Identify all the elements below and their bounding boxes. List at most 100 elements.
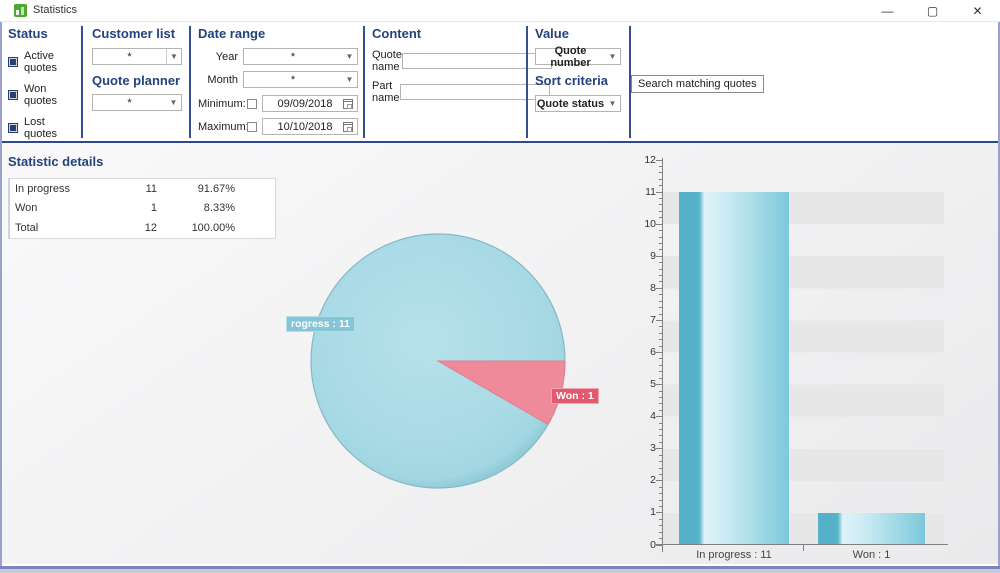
minimum-date-value: 09/09/2018 (267, 98, 343, 110)
chevron-down-icon[interactable]: ▼ (342, 52, 357, 61)
value-dropdown[interactable]: Quote number ▼ (535, 48, 621, 65)
y-axis (662, 158, 663, 552)
y-axis-minor-tick (659, 487, 662, 488)
y-axis-minor-tick (659, 262, 662, 263)
x-label-won: Won : 1 (818, 549, 925, 561)
maximize-button[interactable]: ▢ (910, 0, 955, 22)
y-axis-minor-tick (659, 435, 662, 436)
minimize-button[interactable]: — (865, 0, 910, 22)
y-axis-minor-tick (659, 358, 662, 359)
checkbox-active-quotes[interactable]: Active quotes (8, 50, 80, 74)
quote-planner-header: Quote planner (92, 73, 182, 88)
customer-list-header: Customer list (92, 26, 182, 41)
bar-in-progress (679, 192, 789, 545)
y-axis-minor-tick (659, 474, 662, 475)
value-section: Value Quote number ▼ Sort criteria Quote… (535, 26, 621, 112)
y-axis-minor-tick (659, 333, 662, 334)
checkbox-lost-quotes[interactable]: Lost quotes (8, 116, 80, 140)
date-range-section: Date range Year * ▼ Month * ▼ Minimum: (198, 26, 358, 135)
sort-criteria-selected: Quote status (536, 98, 605, 110)
y-axis-tick (656, 480, 662, 481)
y-axis-tick (656, 448, 662, 449)
maximum-date-value: 10/10/2018 (267, 121, 343, 133)
y-axis-tick (656, 224, 662, 225)
y-axis-minor-tick (659, 346, 662, 347)
y-axis-minor-tick (659, 179, 662, 180)
checkbox-icon[interactable] (8, 57, 18, 67)
statistics-panel: Statistic details In progress 11 91.67% … (2, 143, 998, 564)
maximum-checkbox[interactable] (247, 122, 257, 132)
y-axis-minor-tick (659, 532, 662, 533)
bar-won (818, 513, 925, 545)
y-axis-minor-tick (659, 217, 662, 218)
y-axis-minor-tick (659, 211, 662, 212)
sort-criteria-dropdown[interactable]: Quote status ▼ (535, 95, 621, 112)
y-axis-minor-tick (659, 397, 662, 398)
title-bar[interactable]: Statistics — ▢ ✕ (0, 0, 1000, 22)
quote-planner-value: * (93, 97, 166, 109)
close-button[interactable]: ✕ (955, 0, 1000, 22)
customer-list-value: * (93, 51, 166, 63)
y-axis-minor-tick (659, 237, 662, 238)
quote-planner-dropdown[interactable]: * ▼ (92, 94, 182, 111)
month-dropdown[interactable]: * ▼ (243, 71, 358, 88)
checkbox-icon[interactable] (8, 90, 18, 100)
value-header: Value (535, 26, 621, 41)
maximum-label: Maximum: (198, 121, 243, 133)
checkbox-won-quotes[interactable]: Won quotes (8, 83, 80, 107)
y-axis-minor-tick (659, 314, 662, 315)
y-axis-minor-tick (659, 275, 662, 276)
y-tick-label: 11 (632, 186, 656, 198)
y-tick-label: 1 (632, 506, 656, 518)
value-selected: Quote number (536, 45, 605, 69)
checkbox-label: Lost quotes (24, 116, 80, 140)
minimum-date-picker[interactable]: 09/09/2018 (262, 95, 358, 112)
y-axis-minor-tick (659, 204, 662, 205)
customer-list-dropdown[interactable]: * ▼ (92, 48, 182, 65)
chevron-down-icon[interactable]: ▼ (342, 75, 357, 84)
maximum-date-picker[interactable]: 10/10/2018 (262, 118, 358, 135)
y-axis-minor-tick (659, 538, 662, 539)
section-divider (363, 26, 365, 138)
checkbox-label: Won quotes (24, 83, 80, 107)
y-tick-label: 3 (632, 442, 656, 454)
y-axis-minor-tick (659, 378, 662, 379)
y-axis-minor-tick (659, 371, 662, 372)
y-axis-minor-tick (659, 493, 662, 494)
y-axis-minor-tick (659, 500, 662, 501)
section-divider (81, 26, 83, 138)
table-row: Won 1 8.33% (10, 199, 275, 219)
month-label: Month (198, 74, 238, 86)
row-percent: 91.67% (157, 183, 235, 195)
checkbox-icon[interactable] (8, 123, 18, 133)
section-divider (189, 26, 191, 138)
y-axis-minor-tick (659, 294, 662, 295)
row-count: 12 (115, 222, 157, 234)
chevron-down-icon[interactable]: ▼ (605, 99, 620, 108)
y-axis-minor-tick (659, 365, 662, 366)
chevron-down-icon[interactable]: ▼ (605, 52, 620, 61)
y-axis-minor-tick (659, 519, 662, 520)
y-axis-tick (656, 352, 662, 353)
chevron-down-icon[interactable]: ▼ (166, 49, 181, 64)
y-axis-tick (656, 384, 662, 385)
section-divider (526, 26, 528, 138)
quote-name-input[interactable] (402, 53, 552, 69)
statistic-details-title: Statistic details (8, 154, 103, 169)
calendar-icon[interactable] (343, 99, 353, 109)
y-axis-tick (656, 512, 662, 513)
bar-chart-plot-area (663, 160, 944, 545)
y-tick-label: 8 (632, 282, 656, 294)
chevron-down-icon[interactable]: ▼ (166, 98, 181, 107)
minimum-checkbox[interactable] (247, 99, 257, 109)
y-axis-minor-tick (659, 403, 662, 404)
row-label: Total (15, 222, 115, 234)
year-label: Year (198, 51, 238, 63)
search-matching-quotes-button[interactable]: Search matching quotes (631, 75, 764, 93)
calendar-icon[interactable] (343, 122, 353, 132)
statistics-window: Statistics — ▢ ✕ Status Active quotes Wo… (0, 0, 1000, 573)
year-dropdown[interactable]: * ▼ (243, 48, 358, 65)
x-axis-tick (803, 544, 804, 551)
y-axis-tick (656, 320, 662, 321)
y-tick-label: 10 (632, 218, 656, 230)
